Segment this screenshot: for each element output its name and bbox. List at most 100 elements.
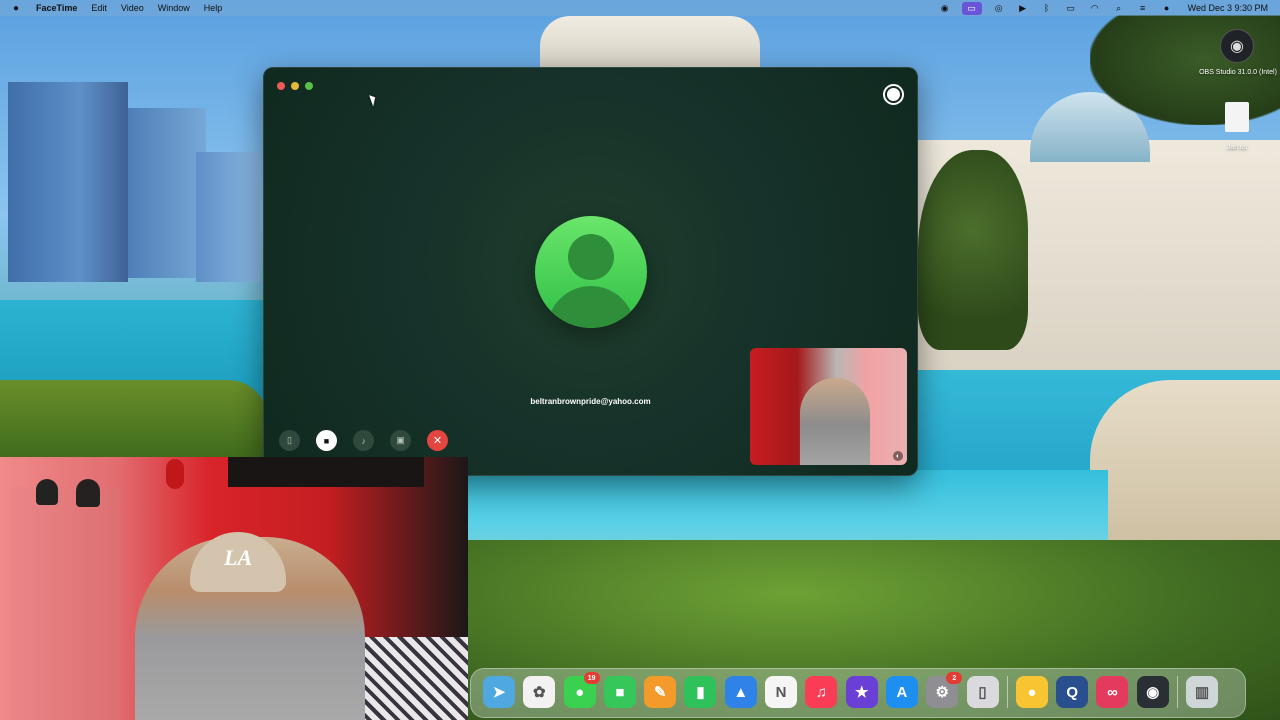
cap-logo: LA — [224, 545, 253, 570]
dock: ➤ ✿ ● 19 ■ ✎ ▮ ▲ N ♫ ★ A ⚙ 2 ▯ ● Q ∞ ◉ ▥ — [470, 668, 1246, 718]
dock-icons: ➤ ✿ ● 19 ■ ✎ ▮ ▲ N ♫ ★ A ⚙ 2 ▯ ● Q ∞ ◉ ▥ — [483, 672, 1226, 708]
zoom-window-button[interactable] — [305, 82, 313, 90]
dock-item-creative-cloud[interactable]: ∞ — [1096, 676, 1129, 708]
minimize-window-button[interactable] — [291, 82, 299, 90]
screen-record-icon[interactable]: ◎ — [992, 3, 1006, 13]
webcam-hat — [166, 459, 184, 489]
contact-avatar — [535, 216, 647, 328]
sidebar-icon: ▯ — [287, 435, 292, 445]
webcam-shelf — [228, 457, 424, 487]
facetime-icon: ■ — [615, 683, 625, 701]
wallpaper-balustrade — [1090, 380, 1280, 560]
menu-app-name[interactable]: FaceTime — [36, 3, 77, 13]
obs-icon: ◉ — [1146, 684, 1160, 701]
dock-item-keynote[interactable]: ▲ — [724, 676, 757, 708]
dock-separator — [1177, 676, 1179, 708]
menu-help[interactable]: Help — [204, 3, 223, 13]
end-call-button[interactable]: ✕ — [427, 430, 448, 451]
file-desktop-icon[interactable] — [1225, 102, 1249, 132]
maps-icon: ➤ — [492, 684, 506, 701]
call-controls: ▯ ■ ♪ ▣ ✕ — [279, 430, 464, 451]
apple-menu-icon[interactable]: ● — [13, 3, 23, 14]
spotlight-icon[interactable]: ⌕ — [1112, 3, 1126, 13]
facetime-window: beltranbrownpride@yahoo.com ▯ ■ ♪ ▣ ✕ ◐ — [263, 67, 918, 476]
screen-mirroring-icon[interactable]: ▭ — [961, 1, 982, 15]
self-view-person — [800, 378, 870, 465]
dock-item-music[interactable]: ♫ — [805, 676, 838, 708]
dock-separator — [1006, 676, 1008, 708]
microphone-icon: ♪ — [361, 435, 366, 446]
webcam-overlay: LA — [0, 457, 468, 720]
wallpaper-trees — [918, 150, 1028, 350]
numbers-icon: ▮ — [696, 684, 705, 701]
capture-photo-button[interactable] — [883, 84, 904, 105]
dock-item-iphone-mirroring[interactable]: ▯ — [966, 676, 999, 708]
menu-window[interactable]: Window — [158, 3, 190, 13]
close-icon: ✕ — [432, 435, 443, 447]
music-icon: ♫ — [815, 683, 827, 701]
wallpaper-building — [540, 16, 760, 71]
notification-badge: 19 — [583, 672, 600, 684]
obs-tray-icon[interactable]: ◉ — [938, 3, 952, 13]
wallpaper-tower — [8, 82, 128, 282]
mute-button[interactable]: ♪ — [353, 430, 374, 451]
menu-edit[interactable]: Edit — [91, 3, 107, 13]
dock-item-imovie[interactable]: ★ — [845, 676, 878, 708]
play-icon[interactable]: ▶ — [1016, 3, 1030, 13]
app-store-icon: A — [896, 683, 908, 701]
video-camera-icon: ■ — [323, 435, 330, 446]
dock-item-app-store[interactable]: A — [885, 676, 918, 708]
menu-bar: ● FaceTime Edit Video Window Help ◉ ▭ ◎ … — [0, 0, 1280, 16]
iphone-mirroring-icon: ▯ — [978, 684, 987, 701]
wallpaper-hedge — [0, 380, 268, 460]
close-window-button[interactable] — [277, 82, 285, 90]
dock-item-system-settings[interactable]: ⚙ 2 — [926, 672, 963, 708]
battery-icon[interactable]: ▭ — [1064, 3, 1078, 13]
webcam-door — [10, 487, 120, 720]
dock-item-tips[interactable]: ● — [1015, 676, 1048, 708]
news-icon: N — [775, 683, 787, 701]
control-center-icon[interactable]: ≡ — [1136, 3, 1150, 13]
screen-share-icon: ▣ — [396, 435, 405, 445]
obs-desktop-icon[interactable]: ◉ — [1220, 29, 1254, 63]
dock-item-news[interactable]: N — [765, 676, 798, 708]
self-view-preview[interactable]: ◐ — [750, 348, 907, 465]
photos-icon: ✿ — [533, 684, 546, 701]
sidebar-button[interactable]: ▯ — [279, 430, 300, 451]
siri-icon[interactable]: ● — [1160, 3, 1174, 13]
dock-item-trash[interactable]: ▥ — [1186, 676, 1219, 708]
dock-item-numbers[interactable]: ▮ — [684, 676, 717, 708]
pip-icon[interactable]: ◐ — [893, 451, 903, 461]
settings-icon: ⚙ — [935, 684, 949, 701]
webcam-hat — [36, 479, 58, 505]
pages-icon: ✎ — [653, 684, 667, 701]
creative-cloud-icon: ∞ — [1107, 683, 1118, 701]
dock-item-quicktime[interactable]: Q — [1056, 676, 1089, 708]
wifi-icon[interactable]: ◠ — [1088, 3, 1102, 13]
avatar-head — [568, 234, 614, 280]
bluetooth-icon[interactable]: ᛒ — [1040, 3, 1054, 13]
dock-item-messages[interactable]: ● 19 — [563, 672, 600, 708]
dock-item-facetime[interactable]: ■ — [603, 676, 636, 708]
webcam-hat — [76, 479, 100, 507]
menu-video[interactable]: Video — [121, 3, 144, 13]
file-desktop-label[interactable]: Jan.us — [1212, 144, 1262, 151]
obs-desktop-label[interactable]: OBS Studio 31.0.0 (Intel) — [1196, 68, 1280, 77]
quicktime-icon: Q — [1066, 683, 1078, 701]
trash-icon: ▥ — [1194, 684, 1210, 701]
dock-item-maps[interactable]: ➤ — [483, 676, 515, 708]
tips-icon: ● — [1027, 683, 1037, 701]
imovie-icon: ★ — [854, 684, 869, 701]
status-area: ◉ ▭ ◎ ▶ ᛒ ▭ ◠ ⌕ ≡ ● Wed Dec 3 9:30 PM — [938, 0, 1280, 16]
wallpaper-tower — [196, 152, 260, 282]
wallpaper-tower — [128, 108, 206, 278]
window-controls — [277, 82, 313, 90]
dock-item-obs[interactable]: ◉ — [1136, 676, 1169, 708]
keynote-icon: ▲ — [733, 683, 749, 701]
notification-badge: 2 — [946, 672, 963, 684]
dock-item-pages[interactable]: ✎ — [644, 676, 677, 708]
share-screen-button[interactable]: ▣ — [390, 430, 411, 451]
camera-button[interactable]: ■ — [316, 430, 337, 451]
dock-item-photos[interactable]: ✿ — [523, 676, 556, 708]
menu-clock[interactable]: Wed Dec 3 9:30 PM — [1188, 3, 1268, 13]
